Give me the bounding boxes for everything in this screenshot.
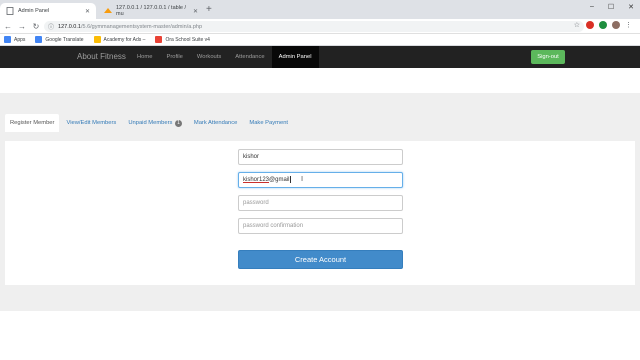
apps-grid-icon <box>4 36 11 43</box>
url-host: 127.0.0.1 <box>58 23 81 30</box>
tab-label: Unpaid Members <box>128 120 173 126</box>
browser-tab-phpmyadmin[interactable]: 127.0.0.1 / 127.0.0.1 / table / mu ✕ <box>98 3 204 19</box>
maximize-button[interactable]: ☐ <box>608 3 614 11</box>
page-icon <box>6 7 14 15</box>
password-confirm-placeholder: password confirmation <box>243 223 304 229</box>
admin-tabs: Register Member View/Edit Members Unpaid… <box>5 114 295 132</box>
page-spacer <box>0 68 640 93</box>
bookmark-label: Academy for Ads – <box>103 36 146 43</box>
url-input[interactable]: ⓘ 127.0.0.1/5.6/gymmanagementsystem-mast… <box>44 21 584 32</box>
opera-extension-icon[interactable] <box>586 21 594 29</box>
password-placeholder: password <box>243 200 269 206</box>
ibeam-cursor-icon: Ι <box>301 175 304 183</box>
nav-home[interactable]: Home <box>130 46 159 68</box>
extension-icons: ⋮ <box>586 21 632 29</box>
bookmark-label: Ora School Suite v4 <box>165 36 210 43</box>
nav-attendance[interactable]: Attendance <box>228 46 271 68</box>
minimize-button[interactable]: – <box>590 3 594 11</box>
close-window-button[interactable]: ✕ <box>628 3 634 11</box>
nav-admin-panel[interactable]: Admin Panel <box>271 46 319 68</box>
phpmyadmin-icon <box>104 7 112 15</box>
translate-icon <box>35 36 43 43</box>
menu-kebab-icon[interactable]: ⋮ <box>625 21 632 29</box>
new-tab-button[interactable]: + <box>206 4 212 15</box>
ora-grid-icon <box>155 36 163 43</box>
address-bar-row: ← → ↻ ⓘ 127.0.0.1/5.6/gymmanagementsyste… <box>0 19 640 34</box>
email-input[interactable]: kishor123@gmail <box>238 172 403 188</box>
tab-make-payment[interactable]: Make Payment <box>244 114 293 132</box>
brand-link[interactable]: About Fitness <box>77 52 126 61</box>
browser-tab-admin-panel[interactable]: Admin Panel ✕ <box>0 3 96 19</box>
avatar[interactable] <box>612 21 620 29</box>
bookmarks-bar: Apps Google Translate Academy for Ads – … <box>0 34 640 46</box>
username-value: kishor <box>243 154 260 160</box>
password-input[interactable]: password <box>238 195 403 211</box>
tab-unpaid-members[interactable]: Unpaid Members 1 <box>123 114 187 132</box>
back-arrow-icon[interactable]: ← <box>2 22 14 31</box>
forward-arrow-icon[interactable]: → <box>16 22 28 31</box>
browser-tab-title: Admin Panel <box>18 8 50 14</box>
browser-tabstrip: Admin Panel ✕ 127.0.0.1 / 127.0.0.1 / ta… <box>0 0 640 19</box>
bookmark-label: Apps <box>14 36 26 43</box>
password-confirm-input[interactable]: password confirmation <box>238 218 403 234</box>
tab-mark-attendance[interactable]: Mark Attendance <box>189 114 243 132</box>
bookmark-ora-school-suite[interactable]: Ora School Suite v4 <box>155 36 210 43</box>
unpaid-count-badge: 1 <box>175 120 182 127</box>
reload-icon[interactable]: ↻ <box>30 22 42 31</box>
window-controls: – ☐ ✕ <box>590 3 634 11</box>
create-account-button[interactable]: Create Account <box>238 250 403 269</box>
bookmark-academy-for-ads[interactable]: Academy for Ads – <box>93 36 146 43</box>
tab-register-member[interactable]: Register Member <box>5 114 60 132</box>
username-input[interactable]: kishor <box>238 149 403 165</box>
email-value-part: kishor123 <box>243 177 270 183</box>
green-extension-icon[interactable] <box>599 21 607 29</box>
browser-tab-title: 127.0.0.1 / 127.0.0.1 / table / mu <box>116 5 187 17</box>
signout-button[interactable]: Sign-out <box>531 50 565 64</box>
url-path: /5.6/gymmanagementsystem-master/admin/a.… <box>80 23 203 30</box>
nav-links: Home Profile Workouts Attendance Admin P… <box>130 46 319 68</box>
bookmark-google-translate[interactable]: Google Translate <box>35 36 84 43</box>
bookmark-label: Google Translate <box>45 36 84 43</box>
google-g-icon <box>93 36 101 43</box>
email-value-rest: @gmail <box>269 177 290 183</box>
text-cursor <box>290 175 292 183</box>
bookmark-apps[interactable]: Apps <box>4 36 25 43</box>
bookmark-star-icon[interactable]: ☆ <box>574 21 580 29</box>
close-tab-icon[interactable]: ✕ <box>193 8 198 15</box>
info-icon[interactable]: ⓘ <box>48 22 54 31</box>
page-footer-space <box>0 311 640 360</box>
nav-profile[interactable]: Profile <box>159 46 189 68</box>
tab-view-edit-members[interactable]: View/Edit Members <box>61 114 121 132</box>
close-tab-icon[interactable]: ✕ <box>85 8 90 15</box>
nav-workouts[interactable]: Workouts <box>190 46 228 68</box>
